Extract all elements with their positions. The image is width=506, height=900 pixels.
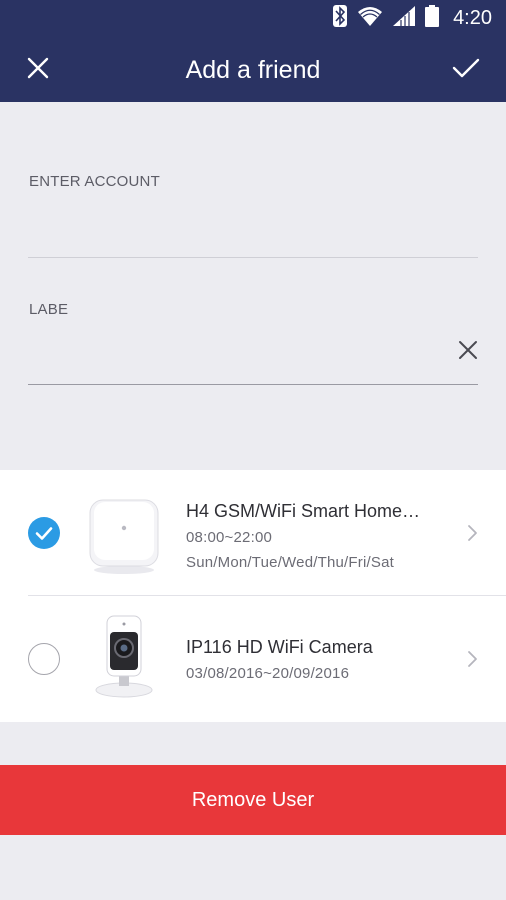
label-field-label: LABE <box>29 301 69 318</box>
bluetooth-icon <box>333 4 348 32</box>
device-name: IP116 HD WiFi Camera <box>186 637 373 657</box>
account-input[interactable] <box>28 202 478 256</box>
device-name: H4 GSM/WiFi Smart Home… <box>186 501 421 521</box>
device-schedule: 08:00~22:00 <box>186 529 273 546</box>
device-date-range: 03/08/2016~20/09/2016 <box>186 665 350 682</box>
clock: 4:20 <box>453 6 492 29</box>
clear-icon <box>457 341 479 365</box>
toolbar: Add a friend <box>0 36 506 102</box>
chevron-right-icon <box>465 523 479 543</box>
account-underline <box>28 257 478 258</box>
device-list: H4 GSM/WiFi Smart Home… 08:00~22:00 Sun/… <box>0 470 506 722</box>
chevron-right-icon <box>465 649 479 669</box>
status-icons: 4:20 <box>333 4 492 32</box>
device-days: Sun/Mon/Tue/Wed/Thu/Fri/Sat <box>186 554 394 571</box>
clear-button[interactable] <box>457 339 479 361</box>
device-checkbox-unchecked[interactable] <box>28 643 60 675</box>
check-icon <box>452 57 480 84</box>
wifi-icon <box>357 6 383 31</box>
remove-user-button[interactable]: Remove User <box>0 765 506 835</box>
confirm-button[interactable] <box>448 54 484 86</box>
hub-device-image <box>86 488 162 578</box>
camera-device-image <box>86 610 162 700</box>
device-checkbox-checked[interactable] <box>28 517 60 549</box>
label-input[interactable] <box>28 328 438 382</box>
battery-icon <box>425 4 440 32</box>
friend-form: ENTER ACCOUNT LABE <box>0 102 506 470</box>
device-row-ip116[interactable]: IP116 HD WiFi Camera 03/08/2016~20/09/20… <box>0 596 506 721</box>
account-label: ENTER ACCOUNT <box>29 173 160 190</box>
label-underline <box>28 384 478 385</box>
status-bar: 4:20 <box>0 0 506 36</box>
device-row-h4[interactable]: H4 GSM/WiFi Smart Home… 08:00~22:00 Sun/… <box>0 470 506 596</box>
signal-icon <box>393 5 416 31</box>
page-title: Add a friend <box>185 56 321 84</box>
